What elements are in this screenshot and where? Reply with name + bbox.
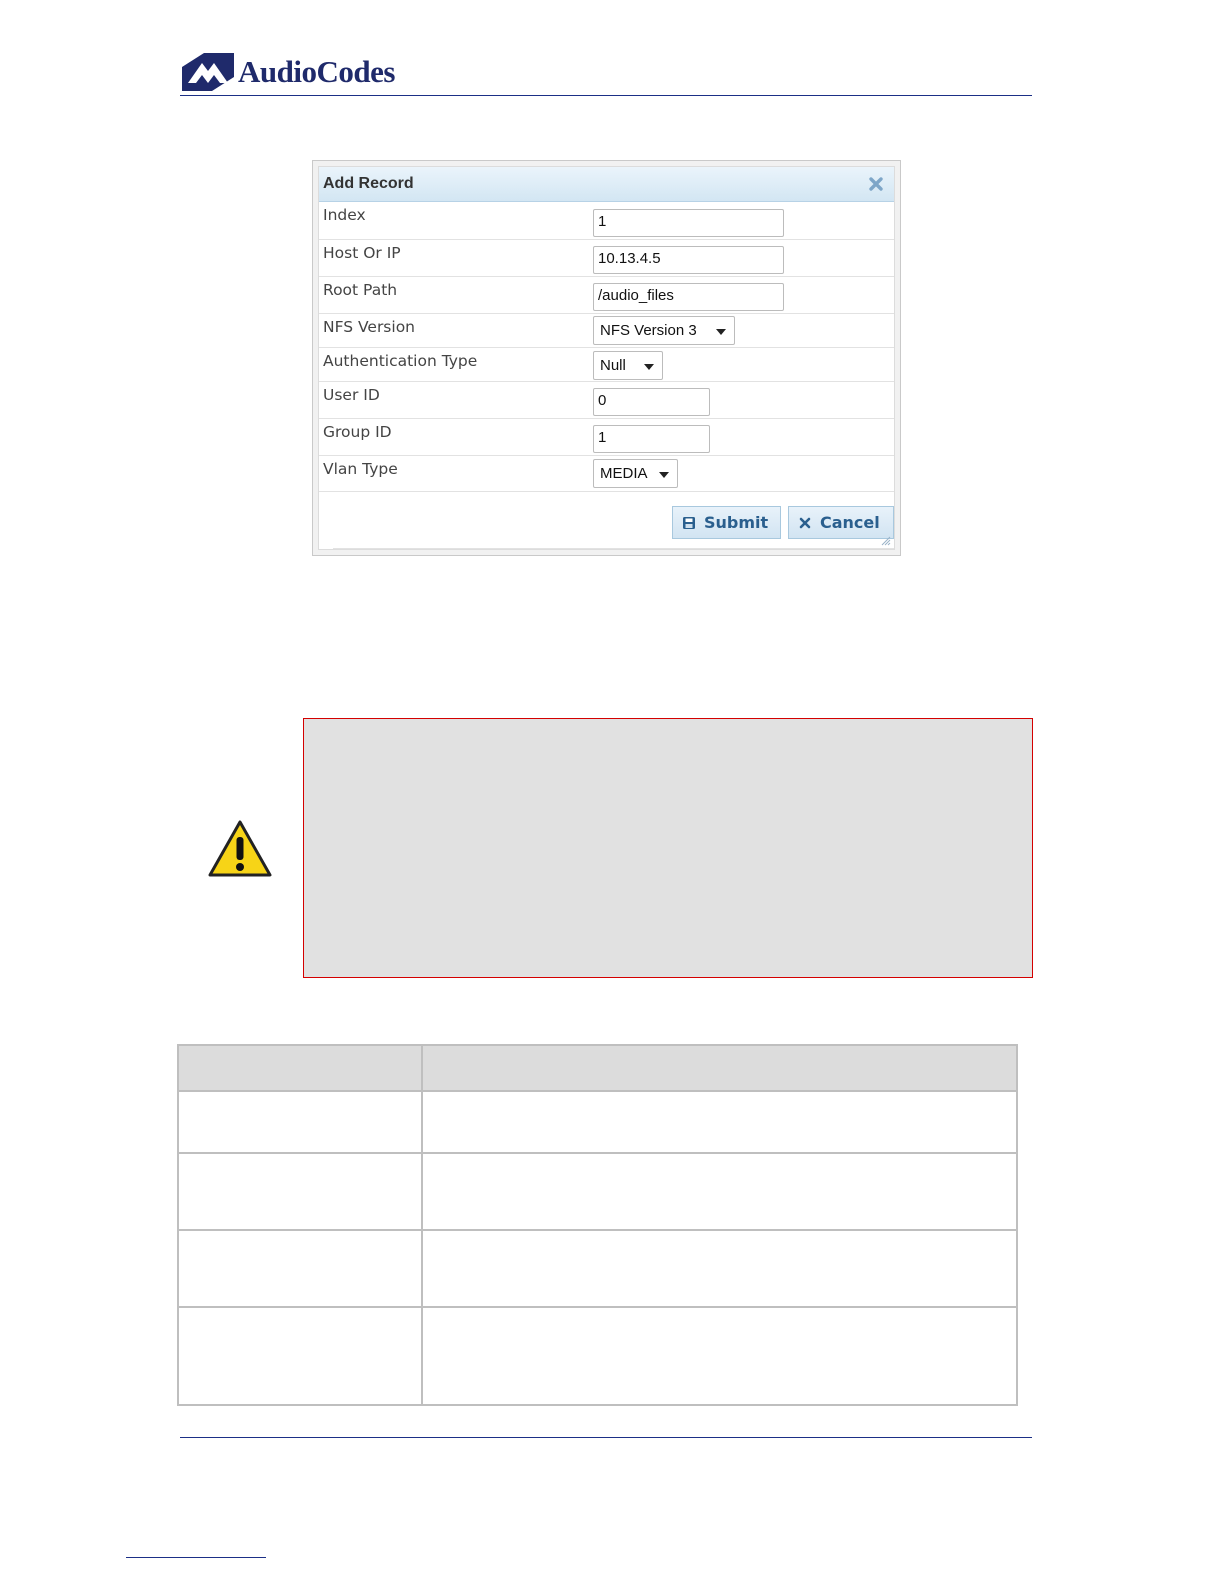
chevron-down-icon (644, 364, 654, 370)
index-input[interactable]: 1 (593, 209, 784, 237)
note-box (303, 718, 1033, 978)
table-column-divider (421, 1046, 423, 1404)
field-row-user-id: User ID 0 (319, 382, 894, 419)
close-icon[interactable] (868, 176, 884, 192)
field-label-nfs-version: NFS Version (323, 318, 416, 336)
auth-type-select[interactable]: Null (593, 351, 663, 380)
table-row-divider (179, 1306, 1016, 1308)
group-id-input[interactable]: 1 (593, 425, 710, 453)
field-row-root-path: Root Path /audio_files (319, 277, 894, 314)
table-header-row (179, 1046, 1016, 1092)
field-label-auth-type: Authentication Type (323, 352, 478, 370)
field-label-group-id: Group ID (323, 423, 392, 441)
field-row-auth-type: Authentication Type Null (319, 348, 894, 382)
cancel-button-label: Cancel (820, 513, 880, 532)
header-rule (180, 95, 1032, 96)
save-icon (683, 516, 695, 529)
field-row-group-id: Group ID 1 (319, 419, 894, 456)
brand-name: AudioCodes (238, 54, 395, 89)
footnote-rule (126, 1557, 266, 1558)
resize-grip-icon[interactable] (881, 536, 891, 546)
footer-rule (180, 1437, 1032, 1438)
field-label-index: Index (323, 206, 366, 224)
cancel-button[interactable]: Cancel (788, 506, 894, 539)
dialog-button-bar: Submit Cancel (333, 506, 894, 549)
dialog-header[interactable]: Add Record (319, 167, 894, 202)
vlan-type-value: MEDIA (600, 465, 648, 482)
cancel-icon (799, 517, 811, 528)
nfs-version-value: NFS Version 3 (600, 322, 697, 339)
parameter-table (177, 1044, 1018, 1406)
field-row-nfs-version: NFS Version NFS Version 3 (319, 314, 894, 348)
root-path-input[interactable]: /audio_files (593, 283, 784, 311)
warning-icon (208, 820, 272, 877)
chevron-down-icon (716, 329, 726, 335)
field-label-user-id: User ID (323, 386, 380, 404)
field-row-vlan-type: Vlan Type MEDIA (319, 456, 894, 492)
submit-button[interactable]: Submit (672, 506, 781, 539)
nfs-version-select[interactable]: NFS Version 3 (593, 316, 735, 345)
chevron-down-icon (659, 472, 669, 478)
auth-type-value: Null (600, 357, 626, 374)
field-row-index: Index 1 (319, 202, 894, 240)
field-label-host: Host Or IP (323, 244, 401, 262)
brand-logo: AudioCodes (182, 52, 395, 92)
add-record-dialog: Add Record Index 1 Host Or IP 10.13.4.5 … (312, 160, 901, 556)
table-row-divider (179, 1152, 1016, 1154)
dialog-title: Add Record (323, 175, 414, 192)
audiocodes-logo-icon (182, 53, 234, 91)
vlan-type-select[interactable]: MEDIA (593, 459, 678, 488)
table-row-divider (179, 1229, 1016, 1231)
submit-button-label: Submit (704, 513, 769, 532)
dialog-body: Add Record Index 1 Host Or IP 10.13.4.5 … (318, 166, 895, 550)
user-id-input[interactable]: 0 (593, 388, 710, 416)
host-input[interactable]: 10.13.4.5 (593, 246, 784, 274)
field-label-vlan-type: Vlan Type (323, 460, 398, 478)
field-row-host: Host Or IP 10.13.4.5 (319, 240, 894, 277)
field-label-root-path: Root Path (323, 281, 398, 299)
